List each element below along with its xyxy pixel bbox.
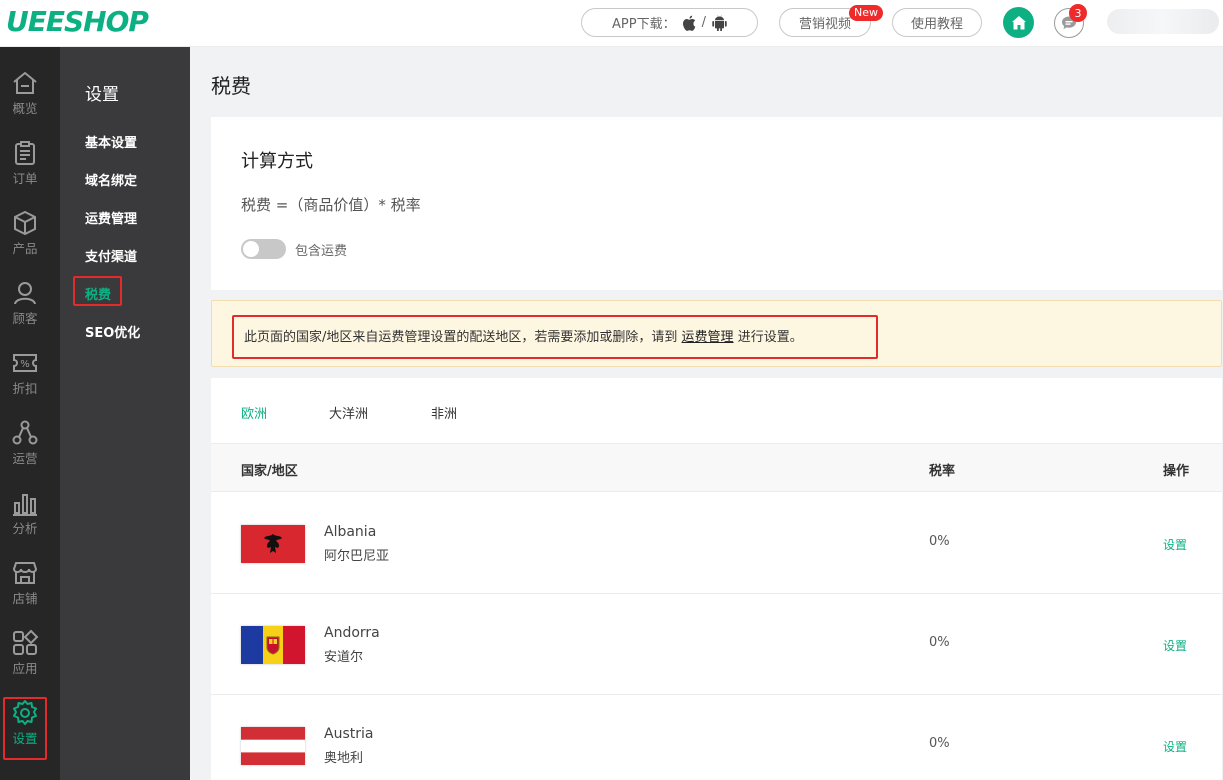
tutorial-button[interactable]: 使用教程: [892, 8, 982, 37]
include-shipping-label: 包含运费: [295, 244, 348, 259]
home-outline-icon: [13, 71, 37, 94]
apple-icon[interactable]: [682, 15, 696, 31]
submenu-item-basic[interactable]: 基本设置: [85, 132, 137, 151]
nav-label: 概览: [12, 101, 38, 116]
network-icon: [12, 420, 38, 445]
home-icon: [1011, 15, 1026, 29]
table-row: Albania 阿尔巴尼亚 0% 设置: [211, 493, 1222, 594]
discount-ticket-icon: %: [13, 354, 37, 372]
nav-label: 顾客: [12, 311, 38, 326]
user-account[interactable]: [1107, 9, 1219, 34]
nav-store[interactable]: 店铺: [0, 559, 50, 621]
nav-label: 产品: [12, 241, 38, 256]
tax-rate: 0%: [929, 736, 950, 751]
tab-europe[interactable]: 欧洲: [241, 403, 267, 422]
home-button[interactable]: [1003, 7, 1034, 38]
store-icon: [12, 562, 38, 584]
notice-text-after: 进行设置。: [737, 330, 803, 345]
bar-chart-icon: [13, 494, 37, 516]
nav-analytics[interactable]: 分析: [0, 489, 50, 551]
settings-submenu: 设置 基本设置 域名绑定 运费管理 支付渠道 税费 SEO优化: [60, 47, 190, 780]
notice-text: 此页面的国家/地区来自运费管理设置的配送地区，若需要添加或删除，请到 运费管理 …: [244, 326, 803, 345]
nav-label: 订单: [12, 171, 38, 186]
notice-banner: 此页面的国家/地区来自运费管理设置的配送地区，若需要添加或删除，请到 运费管理 …: [211, 300, 1222, 367]
highlight-box-settings: [3, 697, 47, 760]
header-country: 国家/地区: [241, 464, 298, 479]
nav-apps[interactable]: 应用: [0, 629, 50, 691]
nav-operations[interactable]: 运营: [0, 419, 50, 481]
table-row: Andorra 安道尔 0% 设置: [211, 594, 1222, 695]
submenu-item-seo[interactable]: SEO优化: [85, 322, 140, 341]
country-name-en: Andorra: [324, 625, 380, 641]
tab-oceania[interactable]: 大洋洲: [329, 403, 368, 422]
new-badge: New: [849, 5, 883, 21]
nav-label: 折扣: [12, 381, 38, 396]
nav-label: 应用: [12, 661, 38, 676]
tax-rate: 0%: [929, 635, 950, 650]
message-count-badge: 3: [1069, 4, 1087, 22]
box-icon: [14, 210, 36, 236]
region-tabs: 欧洲 大洋洲 非洲: [211, 378, 1222, 444]
highlight-box-tax: [73, 276, 122, 306]
tax-table-card: 欧洲 大洋洲 非洲 国家/地区 税率 操作 Albania 阿尔巴尼亚 0% 设…: [211, 378, 1222, 780]
app-download-pill[interactable]: APP下载： /: [581, 8, 758, 37]
nav-overview[interactable]: 概览: [0, 69, 50, 131]
submenu-item-payment[interactable]: 支付渠道: [85, 246, 137, 265]
tax-rate: 0%: [929, 534, 950, 549]
tax-formula: 税费 =（商品价值）* 税率: [241, 196, 421, 214]
nav-orders[interactable]: 订单: [0, 139, 50, 201]
country-name-en: Albania: [324, 524, 377, 540]
austria-flag-icon: [241, 727, 305, 765]
calculation-card: 计算方式 税费 =（商品价值）* 税率 包含运费: [211, 117, 1222, 290]
submenu-title: 设置: [85, 85, 119, 105]
country-name-zh: 奥地利: [324, 751, 364, 766]
set-rate-button[interactable]: 设置: [1163, 637, 1187, 654]
albania-flag-icon: [241, 525, 305, 563]
user-icon: [14, 282, 36, 305]
svg-text:%: %: [20, 359, 30, 370]
nav-label: 店铺: [12, 591, 38, 606]
calc-title: 计算方式: [241, 151, 313, 172]
apps-icon: [13, 629, 39, 655]
app-separator: /: [701, 15, 706, 30]
main-nav-iconbar: 概览 订单 产品 顾客 % 折扣 运营 分析 店铺 应用 设置: [0, 47, 60, 780]
table-row: Austria 奥地利 0% 设置: [211, 695, 1222, 780]
nav-label: 分析: [12, 521, 38, 536]
submenu-item-shipping[interactable]: 运费管理: [85, 208, 137, 227]
shipping-management-link[interactable]: 运费管理: [682, 330, 734, 345]
submenu-item-domain[interactable]: 域名绑定: [85, 170, 137, 189]
android-icon[interactable]: [712, 14, 727, 31]
country-name-zh: 阿尔巴尼亚: [324, 549, 390, 564]
country-name-en: Austria: [324, 726, 374, 742]
nav-products[interactable]: 产品: [0, 209, 50, 271]
header-action: 操作: [1163, 464, 1190, 479]
nav-customers[interactable]: 顾客: [0, 279, 50, 341]
app-download-label: APP下载：: [612, 17, 676, 32]
top-header: UEESHOP APP下载： / 营销视频 New 使用教程 3: [0, 0, 1223, 47]
tab-africa[interactable]: 非洲: [431, 403, 457, 422]
clipboard-icon: [15, 141, 35, 165]
notice-text-before: 此页面的国家/地区来自运费管理设置的配送地区，若需要添加或删除，请到: [244, 330, 678, 345]
ueeshop-logo[interactable]: UEESHOP: [6, 5, 149, 38]
nav-label: 运营: [12, 451, 38, 466]
table-header: 国家/地区 税率 操作: [211, 444, 1222, 492]
include-shipping-toggle[interactable]: [241, 239, 286, 259]
header-rate: 税率: [929, 464, 956, 479]
set-rate-button[interactable]: 设置: [1163, 536, 1187, 553]
nav-discounts[interactable]: % 折扣: [0, 349, 50, 411]
page-title: 税费: [211, 74, 251, 98]
set-rate-button[interactable]: 设置: [1163, 738, 1187, 755]
country-name-zh: 安道尔: [324, 650, 364, 665]
andorra-flag-icon: [241, 626, 305, 664]
